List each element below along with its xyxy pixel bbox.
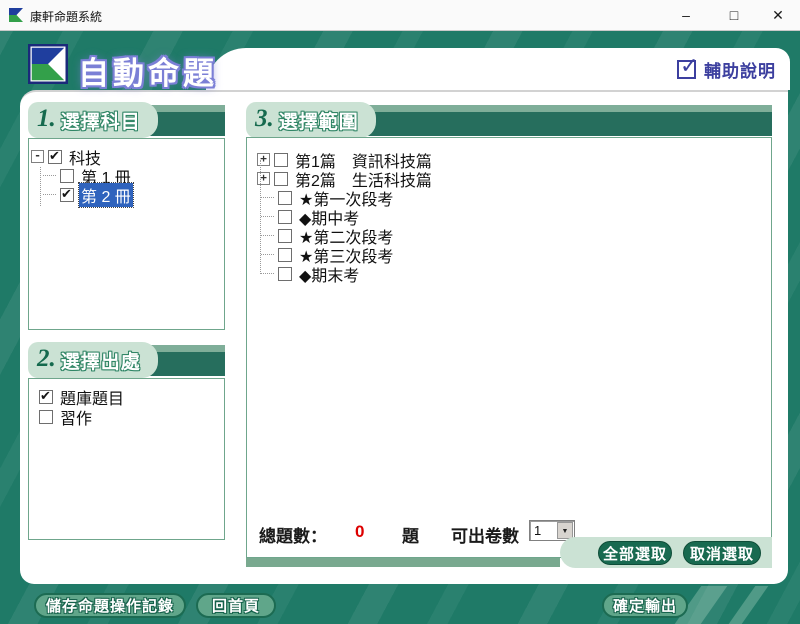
section2-header: 2. 選擇出處 xyxy=(28,342,225,378)
checkbox[interactable] xyxy=(274,172,288,186)
section2-header-tab: 2. 選擇出處 xyxy=(28,342,158,378)
section3-header-tab: 3. 選擇範圍 xyxy=(246,102,376,138)
section2-title: 選擇出處 xyxy=(61,347,141,374)
dropdown-arrow-icon[interactable] xyxy=(557,522,573,539)
tree-connector xyxy=(261,216,274,217)
select-buttons-tray: 全部選取 取消選取 xyxy=(560,537,772,568)
select-all-button[interactable]: 全部選取 xyxy=(598,541,672,565)
section3-title: 選擇範圍 xyxy=(279,107,359,134)
section1-title: 選擇科目 xyxy=(61,107,141,134)
expand-icon[interactable]: + xyxy=(257,153,270,166)
source-item-label[interactable]: 習作 xyxy=(58,405,94,429)
window-title: 康軒命題系統 xyxy=(30,8,102,25)
tree-item-label[interactable]: 第 2 冊 xyxy=(79,183,133,207)
subject-tree: - 科技 第 1 冊 第 2 冊 xyxy=(29,139,224,204)
checkbox[interactable] xyxy=(39,390,53,404)
background-streak xyxy=(729,586,769,624)
header-white-swoosh: 輔助說明 xyxy=(206,48,790,90)
expand-icon[interactable]: + xyxy=(257,172,270,185)
range-panel-footer-bar xyxy=(246,558,560,567)
section3-header-bar xyxy=(346,112,772,136)
section1-header-tab: 1. 選擇科目 xyxy=(28,102,158,138)
deselect-button[interactable]: 取消選取 xyxy=(683,541,761,565)
tree-row: 第 1 冊 xyxy=(43,166,224,185)
tree-item-label[interactable]: ◆期末考 xyxy=(297,262,361,286)
range-tree: + 第1篇 資訊科技篇 + 第2篇 生活科技篇 ★第一次段考 ◆期中考 ★第二次… xyxy=(247,138,771,283)
tree-row: ◆期末考 xyxy=(255,264,771,283)
tree-guide-line xyxy=(260,160,261,274)
help-link[interactable]: 輔助說明 xyxy=(677,57,776,82)
window-titlebar: 康軒命題系統 – □ ✕ xyxy=(0,0,800,31)
source-list: 題庫題目 習作 xyxy=(29,379,224,427)
checked-box-icon xyxy=(677,60,696,79)
total-questions-label: 總題數： xyxy=(259,522,327,547)
save-record-button[interactable]: 儲存命題操作記錄 xyxy=(34,593,186,618)
maximize-button[interactable]: □ xyxy=(714,0,754,30)
confirm-output-button[interactable]: 確定輸出 xyxy=(602,593,688,618)
checkbox[interactable] xyxy=(278,210,292,224)
section1-header: 1. 選擇科目 xyxy=(28,102,225,138)
app-logo-icon-large xyxy=(28,44,68,89)
minimize-button[interactable]: – xyxy=(666,0,706,30)
checkbox[interactable] xyxy=(274,153,288,167)
questions-unit-label: 題 xyxy=(402,522,419,547)
section2-number: 2. xyxy=(37,345,56,373)
tree-guide-line xyxy=(40,167,41,206)
subject-tree-panel: - 科技 第 1 冊 第 2 冊 xyxy=(28,138,225,330)
tree-connector xyxy=(261,254,274,255)
tree-connector xyxy=(43,194,56,195)
tree-row: 第 2 冊 xyxy=(43,185,224,204)
papers-count-value: 1 xyxy=(534,523,541,538)
checkbox[interactable] xyxy=(278,229,292,243)
page-title: 自動命題 xyxy=(78,48,218,93)
tree-connector xyxy=(261,273,274,274)
checkbox[interactable] xyxy=(278,248,292,262)
section1-number: 1. xyxy=(37,105,56,133)
checkbox[interactable] xyxy=(60,169,74,183)
tree-connector xyxy=(43,175,56,176)
section3-number: 3. xyxy=(255,105,274,133)
checkbox[interactable] xyxy=(39,410,53,424)
checkbox[interactable] xyxy=(278,191,292,205)
list-item: 題庫題目 xyxy=(39,387,224,407)
papers-count-label: 可出卷數 xyxy=(451,522,519,547)
help-label: 輔助說明 xyxy=(704,57,776,82)
home-button[interactable]: 回首頁 xyxy=(196,593,276,618)
checkbox[interactable] xyxy=(278,267,292,281)
source-panel: 題庫題目 習作 xyxy=(28,378,225,540)
checkbox[interactable] xyxy=(48,150,62,164)
collapse-icon[interactable]: - xyxy=(31,150,44,163)
tree-connector xyxy=(261,197,274,198)
tree-connector xyxy=(261,235,274,236)
list-item: 習作 xyxy=(39,407,224,427)
total-questions-value: 0 xyxy=(355,522,364,542)
close-button[interactable]: ✕ xyxy=(758,0,798,30)
app-logo-icon xyxy=(8,7,24,28)
section3-header: 3. 選擇範圍 xyxy=(246,102,772,138)
range-panel: + 第1篇 資訊科技篇 + 第2篇 生活科技篇 ★第一次段考 ◆期中考 ★第二次… xyxy=(246,137,772,558)
checkbox[interactable] xyxy=(60,188,74,202)
